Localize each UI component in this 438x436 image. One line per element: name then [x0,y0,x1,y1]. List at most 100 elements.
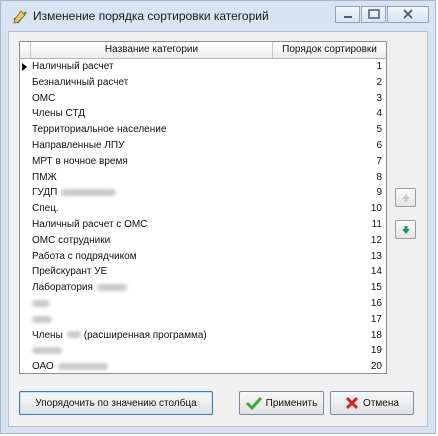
category-name: Безналичный расчет [32,76,129,88]
column-header-name[interactable]: Название категории [31,42,273,58]
move-down-button[interactable] [395,220,416,239]
caption-buttons [335,6,429,24]
sort-order-cell[interactable]: 11 [271,217,386,233]
row-indicator [20,185,30,201]
sort-order-cell[interactable]: 17 [271,312,386,328]
sort-order-cell[interactable]: 8 [271,170,386,186]
table-row[interactable]: ОАО 20 [20,359,386,373]
category-name-cell[interactable]: Направленные ЛПУ [30,138,271,154]
column-header-order[interactable]: Порядок сортировки [273,42,386,58]
sort-order-cell[interactable]: 2 [271,75,386,91]
sort-order-cell[interactable]: 16 [271,296,386,312]
category-name-cell[interactable]: Члены (расширенная программа) [30,328,271,344]
table-row[interactable]: ОМС 3 [20,91,386,107]
category-name-cell[interactable]: Безналичный расчет [30,75,271,91]
maximize-button[interactable] [361,6,386,23]
sort-order-cell[interactable]: 15 [271,280,386,296]
sort-order-cell[interactable]: 12 [271,233,386,249]
sort-order-cell[interactable]: 3 [271,91,386,107]
table-row[interactable]: Работа с подрядчиком 13 [20,249,386,265]
category-name-cell[interactable]: Прейскурант УЕ [30,264,271,280]
category-name-cell[interactable]: МРТ в ночное время [30,154,271,170]
category-name-cell[interactable]: ОМС сотрудники [30,233,271,249]
category-name-cell[interactable]: ОАО [30,359,271,373]
table-row[interactable]: Члены (расширенная программа) 18 [20,328,386,344]
category-name-cell[interactable]: ПМЖ [30,170,271,186]
sort-button-label: Упорядочить по значению столбца [35,397,197,409]
row-indicator [20,201,30,217]
table-row[interactable]: Направленные ЛПУ 6 [20,138,386,154]
apply-button-label: Применить [265,397,318,409]
category-name-cell[interactable]: ГУДП [30,185,271,201]
table-row[interactable]: Безналичный расчет 2 [20,75,386,91]
category-name-cell[interactable]: Члены СТД [30,106,271,122]
minimize-button[interactable] [335,6,360,23]
table-row[interactable]: Спец. 10 [20,201,386,217]
table-row[interactable]: Лаборатория 15 [20,280,386,296]
sort-by-column-button[interactable]: Упорядочить по значению столбца [19,391,213,415]
row-indicator-header [20,42,31,58]
move-up-button[interactable] [395,188,416,207]
sort-order-cell[interactable]: 20 [271,359,386,373]
sort-order-cell[interactable]: 18 [271,328,386,344]
sort-order-cell[interactable]: 13 [271,249,386,265]
grid-body: Наличный расчет 1 Безналичный расчет 2 ОМС 3 Ч… [20,59,386,373]
row-indicator [20,138,30,154]
table-row[interactable]: ПМЖ 8 [20,170,386,186]
table-row[interactable]: 17 [20,312,386,328]
sort-order-cell[interactable]: 19 [271,343,386,359]
categories-grid[interactable]: Название категории Порядок сортировки На… [19,41,387,374]
sort-order-cell[interactable]: 6 [271,138,386,154]
redacted-text [66,331,81,339]
window-title: Изменение порядка сортировки категорий [33,9,269,23]
category-name-cell[interactable]: ОМС [30,91,271,107]
sort-order-cell[interactable]: 5 [271,122,386,138]
category-name-cell[interactable]: Спец. [30,201,271,217]
category-name-cell[interactable] [30,343,271,359]
sort-order-cell[interactable]: 9 [271,185,386,201]
pencil-check-icon [13,10,27,24]
redacted-text [57,363,108,370]
row-indicator [20,106,30,122]
category-name-cell[interactable] [30,312,271,328]
minimize-icon [344,16,352,18]
sort-order-cell[interactable]: 10 [271,201,386,217]
table-row[interactable]: 16 [20,296,386,312]
category-name-cell[interactable]: Лаборатория [30,280,271,296]
category-name: ГУДП [32,187,58,199]
category-name-cell[interactable]: Наличный расчет с ОМС [30,217,271,233]
table-row[interactable]: МРТ в ночное время 7 [20,154,386,170]
table-row[interactable]: Территориальное население 5 [20,122,386,138]
table-row[interactable]: 19 [20,343,386,359]
apply-button[interactable]: Применить [239,391,324,415]
category-name-cell[interactable]: Наличный расчет [30,59,271,75]
redacted-text [32,347,62,355]
category-name-cell[interactable]: Территориальное население [30,122,271,138]
table-row[interactable]: Члены СТД 4 [20,106,386,122]
category-name-cell[interactable]: Работа с подрядчиком [30,249,271,265]
title-bar[interactable]: Изменение порядка сортировки категорий [1,1,435,31]
arrow-down-icon [402,226,410,234]
table-row[interactable]: ГУДП 9 [20,185,386,201]
category-name: Наличный расчет с ОМС [32,218,148,230]
checkmark-icon [245,396,262,410]
table-row[interactable]: ОМС сотрудники 12 [20,233,386,249]
close-button[interactable] [387,6,429,23]
cancel-button[interactable]: Отмена [330,391,414,415]
category-name: Лаборатория [32,282,93,294]
category-name: ОАО [32,361,54,373]
sort-order-cell[interactable]: 7 [271,154,386,170]
category-name: Спец. [32,203,59,215]
category-name-suffix: (расширенная программа) [83,329,207,341]
table-row[interactable]: Наличный расчет с ОМС 11 [20,217,386,233]
dialog-window: Изменение порядка сортировки категорий Н… [0,0,436,434]
category-name: МРТ в ночное время [32,155,128,167]
category-name-cell[interactable] [30,296,271,312]
table-row[interactable]: Наличный расчет 1 [20,59,386,75]
category-name: Прейскурант УЕ [32,266,108,278]
sort-order-cell[interactable]: 1 [271,59,386,75]
table-row[interactable]: Прейскурант УЕ 14 [20,264,386,280]
row-indicator [20,233,30,249]
sort-order-cell[interactable]: 14 [271,264,386,280]
sort-order-cell[interactable]: 4 [271,106,386,122]
